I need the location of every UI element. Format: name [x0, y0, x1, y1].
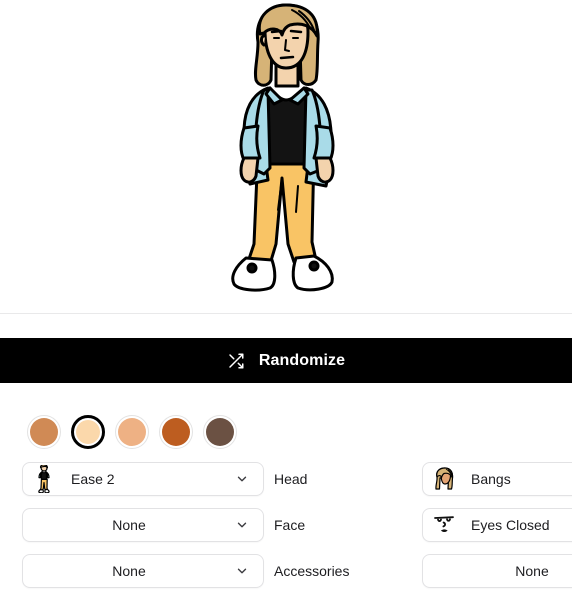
head-label: Head — [274, 471, 308, 487]
skin-tone-swatch-3[interactable] — [115, 415, 149, 449]
face-thumbnail-icon — [431, 511, 457, 539]
character-preview-stage — [0, 0, 572, 313]
eyes-style-select[interactable]: Eyes Closed — [422, 508, 572, 542]
accessories-select[interactable]: None — [22, 554, 264, 588]
face-style-value: None — [112, 517, 146, 533]
face-label: Face — [274, 517, 306, 533]
skin-tone-swatch-3-fill — [118, 418, 146, 446]
head-style-select[interactable]: Ease 2 — [22, 462, 264, 496]
eyes-style-value: Eyes Closed — [471, 517, 550, 533]
chevron-down-icon — [235, 472, 249, 486]
shuffle-icon — [227, 352, 245, 370]
accessories-label: Accessories — [274, 563, 350, 579]
skin-tone-swatch-1[interactable] — [27, 415, 61, 449]
skin-tone-swatch-1-fill — [30, 418, 58, 446]
face-style-select[interactable]: None — [22, 508, 264, 542]
skin-tone-swatch-5[interactable] — [203, 415, 237, 449]
control-row-accessories: None Accessories None — [0, 552, 572, 598]
accessories-value: None — [112, 563, 146, 579]
body-thumbnail-icon — [31, 465, 57, 493]
stage-divider — [0, 313, 572, 314]
accessories-secondary-value: None — [515, 563, 549, 579]
control-row-head: Ease 2 Head Bangs — [0, 460, 572, 506]
customization-controls: Ease 2 Head Bangs None Face Eyes Closed … — [0, 460, 572, 598]
character-illustration — [231, 3, 335, 292]
control-row-face: None Face Eyes Closed — [0, 506, 572, 552]
skin-tone-swatch-2-fill — [76, 420, 100, 444]
chevron-down-icon — [235, 564, 249, 578]
hair-style-value: Bangs — [471, 471, 511, 487]
hair-style-select[interactable]: Bangs — [422, 462, 572, 496]
hair-thumbnail-icon — [431, 465, 457, 493]
randomize-label: Randomize — [258, 351, 346, 369]
chevron-down-icon — [235, 518, 249, 532]
skin-tone-swatch-2[interactable] — [71, 415, 105, 449]
skin-tone-swatch-row — [27, 415, 237, 449]
skin-tone-swatch-4-fill — [162, 418, 190, 446]
skin-tone-swatch-5-fill — [206, 418, 234, 446]
accessories-secondary-select[interactable]: None — [422, 554, 572, 588]
skin-tone-swatch-4[interactable] — [159, 415, 193, 449]
randomize-button[interactable]: Randomize — [0, 338, 572, 383]
head-style-value: Ease 2 — [71, 471, 115, 487]
